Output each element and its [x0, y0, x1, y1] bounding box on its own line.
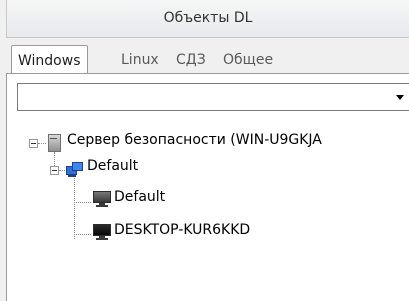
tree-node-security-server[interactable]: Сервер безопасности (WIN-U9GKJA [67, 132, 322, 148]
tree-connector [74, 178, 75, 239]
server-icon [48, 134, 61, 152]
tree-node-computer-default[interactable]: Default [114, 189, 165, 205]
tree-node-group-default[interactable]: Default [87, 158, 138, 174]
computer-group-icon [66, 162, 84, 178]
computer-icon [93, 224, 111, 240]
tree-connector [59, 170, 65, 171]
collapse-group-toggle[interactable] [50, 166, 59, 175]
tab-strip: Windows Linux СДЗ Общее [6, 45, 409, 75]
tree-connector [54, 152, 55, 166]
computer-icon [93, 191, 111, 207]
tab-sdz[interactable]: СДЗ [170, 47, 212, 73]
tab-windows[interactable]: Windows [11, 45, 88, 75]
tree-connector [38, 143, 46, 144]
dl-objects-panel: Объекты DL Windows Linux СДЗ Общее Серве… [0, 0, 409, 301]
objects-tree: Сервер безопасности (WIN-U9GKJA Default … [7, 74, 409, 301]
tab-general[interactable]: Общее [217, 47, 279, 73]
panel-header: Объекты DL [6, 0, 409, 38]
tree-connector [74, 234, 91, 235]
collapse-root-toggle[interactable] [29, 139, 38, 148]
panel-title: Объекты DL [163, 10, 253, 26]
tree-node-desktop-kur6kkd[interactable]: DESKTOP-KUR6KKD [114, 222, 250, 238]
tree-connector [74, 202, 91, 203]
tab-linux[interactable]: Linux [115, 47, 165, 73]
tab-content-windows: Сервер безопасности (WIN-U9GKJA Default … [6, 74, 409, 301]
